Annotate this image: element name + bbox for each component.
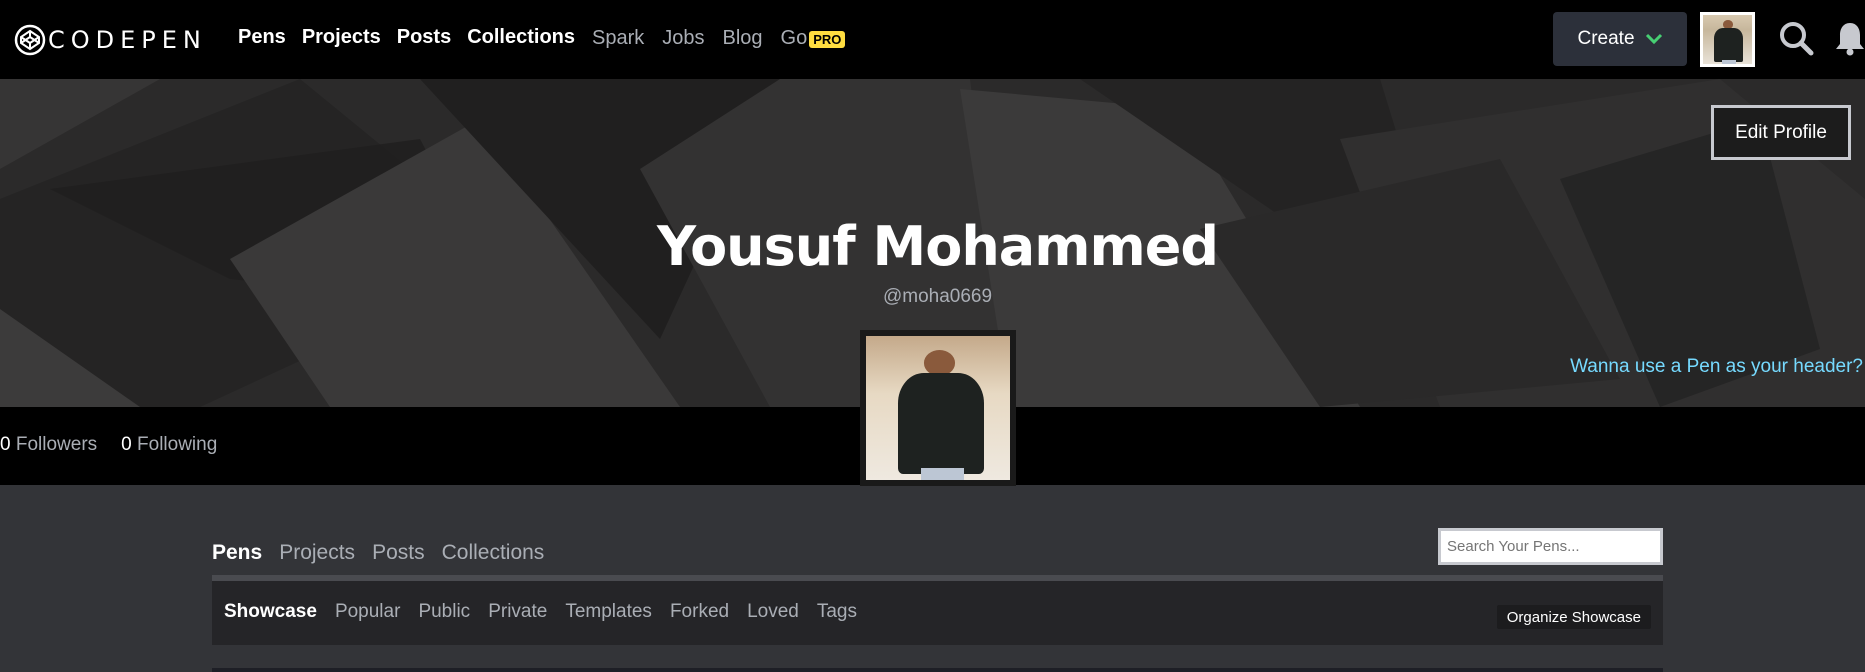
search-icon[interactable] xyxy=(1778,20,1814,56)
subtab-popular[interactable]: Popular xyxy=(335,601,401,623)
subtab-tags[interactable]: Tags xyxy=(817,601,857,623)
chevron-down-icon xyxy=(1645,33,1662,45)
nav-projects[interactable]: Projects xyxy=(302,26,381,49)
edit-profile-button[interactable]: Edit Profile xyxy=(1711,105,1851,160)
nav-spark[interactable]: Spark xyxy=(592,27,644,50)
secondary-nav: Spark Jobs Blog Go PRO xyxy=(592,27,846,50)
nav-posts[interactable]: Posts xyxy=(397,26,451,49)
tab-projects[interactable]: Projects xyxy=(279,541,355,565)
subtab-templates[interactable]: Templates xyxy=(565,601,652,623)
following-label: Following xyxy=(137,434,218,455)
subtab-public[interactable]: Public xyxy=(418,601,470,623)
pens-subtabs: Showcase Popular Public Private Template… xyxy=(224,601,857,623)
create-label: Create xyxy=(1577,28,1635,49)
search-pens-input[interactable] xyxy=(1438,528,1663,565)
subtab-showcase[interactable]: Showcase xyxy=(224,601,317,623)
avatar-photo xyxy=(1703,15,1752,64)
subtab-private[interactable]: Private xyxy=(488,601,547,623)
tab-pens[interactable]: Pens xyxy=(212,541,262,565)
following-stat[interactable]: 0 Following xyxy=(121,434,217,456)
bell-icon[interactable] xyxy=(1834,20,1865,56)
pens-filter-bar: Showcase Popular Public Private Template… xyxy=(212,575,1663,645)
tab-collections[interactable]: Collections xyxy=(442,541,545,565)
following-count: 0 xyxy=(121,434,132,455)
nav-collections[interactable]: Collections xyxy=(467,26,575,49)
nav-pens[interactable]: Pens xyxy=(238,26,286,49)
follow-stats: 0 Followers 0 Following xyxy=(0,434,217,456)
followers-stat[interactable]: 0 Followers xyxy=(0,434,97,456)
profile-name: Yousuf Mohammed xyxy=(656,215,1219,278)
main-nav: Pens Projects Posts Collections xyxy=(238,26,575,49)
followers-count: 0 xyxy=(0,434,11,455)
codepen-logo[interactable]: CODEPEN xyxy=(14,24,207,56)
top-navbar: CODEPEN Pens Projects Posts Collections … xyxy=(0,0,1865,79)
nav-go-label: Go xyxy=(780,27,808,49)
profile-avatar xyxy=(860,330,1016,486)
organize-showcase-button[interactable]: Organize Showcase xyxy=(1496,605,1651,629)
nav-jobs[interactable]: Jobs xyxy=(662,27,704,50)
followers-label: Followers xyxy=(15,434,98,455)
nav-go-pro[interactable]: Go PRO xyxy=(781,27,846,50)
tab-posts[interactable]: Posts xyxy=(372,541,425,565)
content-bottom-edge xyxy=(212,668,1663,672)
pro-badge: PRO xyxy=(809,31,846,48)
pen-header-link[interactable]: Wanna use a Pen as your header? xyxy=(1570,356,1863,378)
subtab-forked[interactable]: Forked xyxy=(670,601,729,623)
profile-photo xyxy=(866,336,1010,480)
user-avatar[interactable] xyxy=(1700,12,1755,67)
create-button[interactable]: Create xyxy=(1553,12,1687,66)
subtab-loved[interactable]: Loved xyxy=(747,601,799,623)
logo-text: CODEPEN xyxy=(48,26,207,54)
content-tabs: Pens Projects Posts Collections xyxy=(212,541,544,565)
nav-blog[interactable]: Blog xyxy=(723,27,763,50)
profile-handle: @moha0669 xyxy=(882,286,993,307)
codepen-cube-icon xyxy=(14,24,46,56)
